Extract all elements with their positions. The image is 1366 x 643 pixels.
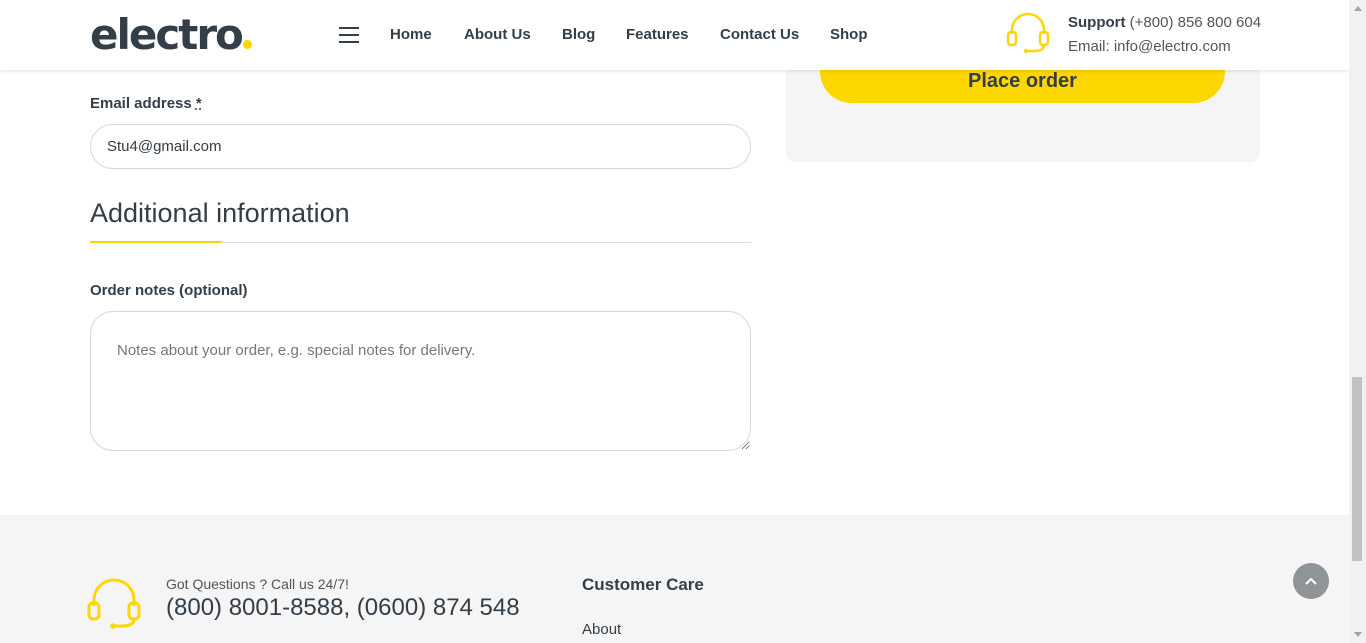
additional-info-title: Additional information (90, 198, 350, 228)
scroll-thumb[interactable] (1352, 377, 1362, 561)
order-notes-label: Order notes (optional) (90, 282, 248, 299)
logo[interactable]: electro (90, 12, 252, 58)
headset-icon (1006, 12, 1050, 54)
nav-contact-us[interactable]: Contact Us (720, 26, 799, 43)
footer-phone-numbers: (800) 8001-8588, (0600) 874 548 (166, 594, 520, 621)
nav-features[interactable]: Features (626, 26, 689, 43)
nav-home[interactable]: Home (390, 26, 432, 43)
headset-icon (87, 578, 141, 629)
email-label: Email address * (90, 95, 202, 112)
site-header: electro Home About Us Blog Features Cont… (0, 0, 1349, 70)
page-scrollbar[interactable] (1349, 0, 1366, 643)
menu-icon[interactable] (339, 27, 359, 43)
order-notes-field[interactable] (90, 311, 751, 451)
scroll-up-arrow[interactable] (1349, 0, 1366, 17)
logo-dot (242, 40, 252, 49)
required-mark: * (195, 95, 202, 112)
support-label: Support (1068, 14, 1126, 31)
nav-about-us[interactable]: About Us (464, 26, 531, 43)
back-to-top-button[interactable] (1293, 563, 1329, 599)
email-label-text: Email address (90, 95, 192, 112)
support-email: Email: info@electro.com (1068, 38, 1231, 55)
support-info: Support (+800) 856 800 604 (1068, 14, 1261, 31)
scroll-down-arrow[interactable] (1349, 626, 1366, 643)
logo-text: electro (90, 10, 244, 59)
divider-accent (90, 241, 222, 243)
footer-questions-text: Got Questions ? Call us 24/7! (166, 576, 349, 592)
nav-blog[interactable]: Blog (562, 26, 595, 43)
nav-shop[interactable]: Shop (830, 26, 868, 43)
email-field[interactable] (90, 124, 751, 169)
footer-link-about[interactable]: About (582, 621, 621, 638)
chevron-up-icon (1305, 577, 1317, 585)
support-phone: (+800) 856 800 604 (1129, 14, 1262, 31)
customer-care-heading: Customer Care (582, 575, 704, 594)
